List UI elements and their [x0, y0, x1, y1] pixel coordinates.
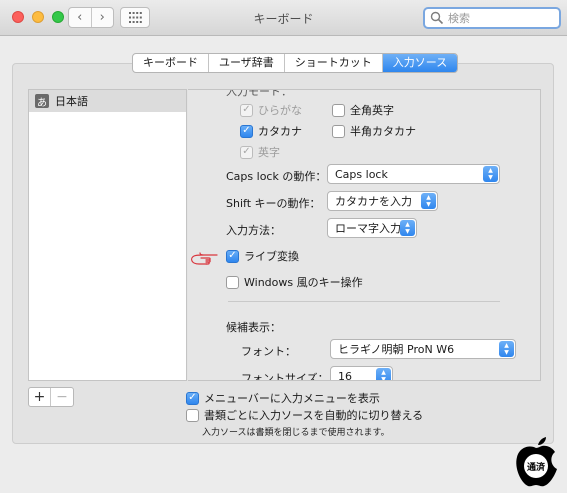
candidate-font-size-popup[interactable]: 16 ▲ ▼	[330, 366, 393, 381]
tab-keyboard[interactable]: キーボード	[133, 54, 209, 72]
halfwidth-katakana-checkbox[interactable]: 半角カタカナ	[332, 123, 416, 139]
checkbox-label: ひらがな	[258, 104, 302, 117]
checkbox-box[interactable]	[240, 124, 253, 138]
chevron-updown-icon: ▲ ▼	[483, 166, 498, 182]
popup-value: 16	[338, 369, 352, 381]
tab-input-sources[interactable]: 入力ソース	[382, 54, 458, 72]
input-modes-heading: 入力モード：	[226, 89, 292, 98]
checkbox-label: メニューバーに入力メニューを表示	[204, 392, 380, 405]
checkbox-box[interactable]	[332, 124, 345, 138]
keyboard-preferences-window: ‹ › キーボード キーボード	[0, 0, 567, 493]
katakana-checkbox[interactable]: カタカナ	[240, 123, 302, 139]
pointing-hand-icon	[191, 252, 218, 265]
section-divider	[228, 301, 500, 302]
checkbox-label: ライブ変換	[244, 250, 299, 263]
hiragana-a-icon: あ	[35, 94, 49, 109]
search-field[interactable]	[423, 7, 561, 29]
chevron-updown-icon: ▲ ▼	[400, 220, 415, 236]
tab-user-dictionary[interactable]: ユーザ辞書	[209, 54, 285, 72]
checkbox-label: 書類ごとに入力ソースを自動的に切り替える	[204, 409, 424, 422]
remove-input-source-button[interactable]: −	[51, 388, 73, 406]
checkbox-box[interactable]	[226, 275, 239, 289]
chevron-updown-icon: ▲ ▼	[421, 193, 436, 209]
font-label: フォント：	[241, 345, 296, 358]
show-input-menu-checkbox[interactable]: メニューバーに入力メニューを表示	[186, 390, 380, 406]
checkbox-label: Windows 風のキー操作	[244, 276, 363, 289]
logo-text: 通済	[527, 461, 546, 473]
checkbox-box[interactable]	[186, 391, 199, 405]
input-source-list: あ 日本語	[28, 89, 187, 381]
list-item-japanese[interactable]: あ 日本語	[29, 90, 186, 112]
hiragana-checkbox: ひらがな	[240, 102, 302, 118]
shift-key-popup[interactable]: カタカナを入力 ▲ ▼	[327, 191, 438, 211]
checkbox-label: 半角カタカナ	[350, 125, 416, 138]
checkbox-label: 全角英字	[350, 104, 394, 117]
tab-shortcuts[interactable]: ショートカット	[285, 54, 383, 72]
auto-switch-note: 入力ソースは書類を閉じるまで使用されます。	[202, 428, 390, 438]
add-remove-control: + −	[28, 387, 74, 407]
checkbox-label: 英字	[258, 146, 280, 159]
candidate-font-popup[interactable]: ヒラギノ明朝 ProN W6 ▲ ▼	[330, 339, 516, 359]
input-method-popup[interactable]: ローマ字入力 ▲ ▼	[327, 218, 417, 238]
windows-keys-checkbox[interactable]: Windows 風のキー操作	[226, 274, 363, 290]
title-bar: ‹ › キーボード	[0, 0, 567, 36]
auto-switch-checkbox[interactable]: 書類ごとに入力ソースを自動的に切り替える	[186, 407, 423, 423]
checkbox-box	[240, 145, 253, 159]
roman-checkbox: 英字	[240, 144, 280, 160]
checkbox-box	[240, 103, 253, 117]
add-input-source-button[interactable]: +	[29, 388, 51, 406]
input-method-label: 入力方法：	[226, 224, 281, 237]
popup-value: Caps lock	[335, 167, 388, 181]
checkbox-label: カタカナ	[258, 125, 302, 138]
chevron-updown-icon: ▲ ▼	[499, 341, 514, 357]
list-item-label: 日本語	[55, 95, 88, 108]
magnifier-icon	[430, 11, 444, 25]
caps-lock-label: Caps lock の動作：	[226, 170, 327, 183]
chevron-updown-icon: ▲ ▼	[376, 368, 391, 380]
apple-logo: 通済	[516, 437, 557, 487]
checkbox-box[interactable]	[332, 103, 345, 117]
tab-bar: キーボード ユーザ辞書 ショートカット 入力ソース	[132, 53, 459, 73]
popup-value: ローマ字入力	[335, 222, 401, 235]
fullwidth-roman-checkbox[interactable]: 全角英字	[332, 102, 394, 118]
font-size-label: フォントサイズ：	[241, 372, 329, 381]
popup-value: ヒラギノ明朝 ProN W6	[338, 343, 455, 356]
live-conversion-checkbox[interactable]: ライブ変換	[226, 248, 299, 264]
caps-lock-popup[interactable]: Caps lock ▲ ▼	[327, 164, 500, 184]
checkbox-box[interactable]	[226, 249, 239, 263]
input-source-settings: 入力モード： ひらがな 全角英字 カタカナ 半角カタカナ 英字 Caps loc…	[188, 89, 541, 381]
shift-key-label: Shift キーの動作：	[226, 197, 321, 210]
popup-value: カタカナを入力	[335, 195, 412, 208]
search-input[interactable]	[448, 11, 548, 25]
checkbox-box[interactable]	[186, 408, 199, 422]
candidates-heading: 候補表示：	[226, 321, 281, 334]
